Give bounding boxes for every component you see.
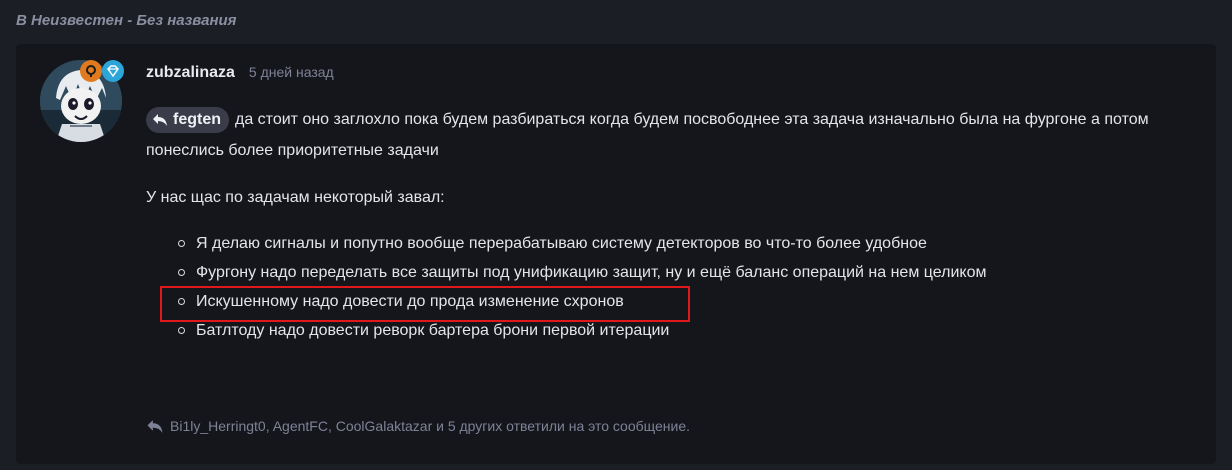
list-item: Фургону надо переделать все защиты под у… [176, 258, 1196, 287]
timestamp[interactable]: 5 дней назад [249, 64, 334, 80]
ring-badge-icon[interactable] [80, 60, 102, 82]
message-paragraph-1: fegten да стоит оно заглохло пока будем … [146, 104, 1196, 166]
message-paragraph-2: У нас щас по задачам некоторый завал: [146, 189, 445, 206]
avatar-container[interactable] [40, 60, 124, 142]
replies-text: Bi1ly_Herringt0, AgentFC, CoolGalaktazar… [170, 418, 691, 434]
author-line: zubzalinaza 5 дней назад [146, 64, 334, 82]
highlight-box [160, 286, 690, 322]
replies-summary[interactable]: Bi1ly_Herringt0, AgentFC, CoolGalaktazar… [146, 418, 690, 434]
paragraph-text: да стоит оно заглохло пока будем разбира… [146, 111, 1149, 159]
reply-arrow-icon [153, 113, 167, 126]
username[interactable]: zubzalinaza [146, 64, 235, 82]
reply-arrow-icon [147, 419, 163, 433]
mention-pill[interactable]: fegten [146, 106, 229, 133]
breadcrumb[interactable]: В Неизвестен - Без названия [16, 12, 237, 29]
diamond-badge-icon[interactable] [102, 60, 124, 82]
message-card: zubzalinaza 5 дней назад fegten да стоит… [16, 44, 1216, 464]
list-item: Я делаю сигналы и попутно вообще перераб… [176, 229, 1196, 258]
mention-name: fegten [173, 110, 221, 128]
